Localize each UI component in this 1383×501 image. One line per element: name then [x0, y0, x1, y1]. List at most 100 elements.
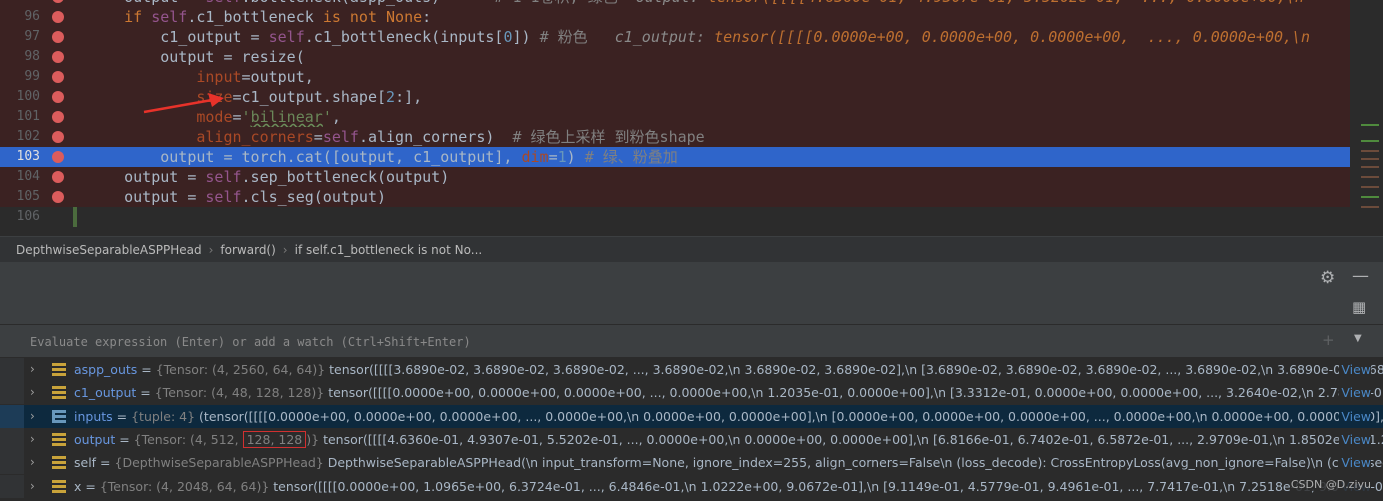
code-line-98[interactable]: 98 output = resize( [0, 47, 1350, 67]
code-text: output = self.cls_seg(output) [88, 188, 387, 206]
line-number[interactable]: 99 [0, 67, 40, 87]
expand-arrow-icon[interactable]: › [30, 475, 35, 498]
variable-name: aspp_outs [74, 362, 138, 377]
gutter [0, 474, 24, 498]
variable-name: self [74, 455, 97, 471]
line-number[interactable]: 98 [0, 47, 40, 67]
variable-row-aspp_outs[interactable]: › aspp_outs = {Tensor: (4, 2560, 64, 64)}… [0, 358, 1383, 381]
view-link[interactable]: View [1339, 404, 1371, 428]
variable-row-output[interactable]: › output = {Tensor: (4, 512, 128, 128)} t… [0, 427, 1383, 451]
layout-icon[interactable]: ▦ [1352, 298, 1366, 316]
breakpoint-icon[interactable] [52, 91, 64, 103]
variable-row-c1_output[interactable]: › c1_output = {Tensor: (4, 48, 128, 128)}… [0, 381, 1383, 405]
variable-text: inputs = {tuple: 4} (tensor([[[[0.0000e+… [74, 405, 1383, 428]
gutter [0, 451, 24, 475]
view-link[interactable]: View [1339, 451, 1371, 475]
line-number[interactable]: 105 [0, 187, 40, 207]
line-number[interactable]: 102 [0, 127, 40, 147]
variable-row-self[interactable]: › self = {DepthwiseSeparableASPPHead} Dep… [0, 451, 1383, 475]
breakpoint-icon[interactable] [52, 111, 64, 123]
line-number[interactable]: 104 [0, 167, 40, 187]
line-number[interactable]: 97 [0, 27, 40, 47]
code-line-102[interactable]: 102 align_corners=self.align_corners) # … [0, 127, 1350, 147]
code-text: if self.c1_bottleneck is not None: [124, 8, 432, 26]
code-line-99[interactable]: 99 input=output, [0, 67, 1350, 87]
variable-row-inputs[interactable]: › inputs = {tuple: 4} (tensor([[[[0.0000e… [0, 404, 1383, 428]
expand-arrow-icon[interactable]: › [30, 358, 35, 381]
variable-icon [52, 456, 66, 470]
variable-value: DepthwiseSeparableASPPHead(\n input_tran… [327, 455, 1383, 471]
variable-icon [52, 363, 66, 376]
breadcrumb-class[interactable]: DepthwiseSeparableASPPHead [16, 243, 202, 257]
line-number[interactable]: 103 [0, 147, 40, 167]
line-number[interactable]: 100 [0, 87, 40, 107]
code-line-97[interactable]: 97 c1_output = self.c1_bottleneck(inputs… [0, 27, 1350, 47]
code-line-105[interactable]: 105 output = self.cls_seg(output) [0, 187, 1350, 207]
variable-text: aspp_outs = {Tensor: (4, 2560, 64, 64)} … [74, 358, 1383, 381]
variable-type: {Tensor: (4, 512, 128, 128)} [133, 430, 320, 448]
code-line-100[interactable]: 100 size=c1_output.shape[2:], [0, 87, 1350, 107]
variable-icon [52, 479, 66, 493]
watch-bar: + ▼ [0, 324, 1383, 358]
variable-text: self = {DepthwiseSeparableASPPHead} Dept… [74, 451, 1383, 474]
expand-arrow-icon[interactable]: › [30, 428, 35, 451]
editor-scroll-markers[interactable] [1357, 0, 1383, 236]
expand-arrow-icon[interactable]: › [30, 381, 35, 404]
variable-type: {DepthwiseSeparableASPPHead} [114, 455, 324, 471]
view-link[interactable]: View [1339, 381, 1371, 405]
breadcrumb-method[interactable]: forward() [220, 243, 275, 257]
variable-value: tensor([[[[4.6360e-01, 4.9307e-01, 5.520… [323, 431, 1383, 447]
breadcrumb: DepthwiseSeparableASPPHead › forward() ›… [0, 236, 1383, 262]
variable-icon [52, 432, 66, 446]
gutter [0, 358, 24, 381]
line-number[interactable]: 106 [0, 207, 40, 227]
variable-name: inputs [74, 408, 113, 424]
variable-text: x = {Tensor: (4, 2048, 64, 64)} tensor([… [74, 475, 1383, 498]
breakpoint-icon[interactable] [52, 71, 64, 83]
chevron-right-icon: › [208, 242, 214, 257]
chevron-down-icon[interactable]: ▼ [1354, 333, 1362, 344]
code-line-partial: output = self.bottleneck(aspp_outs) # 1*… [0, 0, 1350, 7]
code-text: c1_output = self.c1_bottleneck(inputs[0]… [88, 28, 1311, 46]
code-line-104[interactable]: 104 output = self.sep_bottleneck(output) [0, 167, 1350, 187]
view-link[interactable]: View [1339, 427, 1371, 451]
debug-toolbar: ⚙ — ▦ [0, 262, 1383, 324]
code-line-103[interactable]: 103 output = torch.cat([output, c1_outpu… [0, 147, 1350, 167]
code-line-101[interactable]: 101 mode='bilinear', [0, 107, 1350, 127]
code-line-96[interactable]: 96 if self.c1_bottleneck is not None: [0, 7, 1350, 27]
breakpoint-icon[interactable] [52, 11, 64, 23]
gutter [0, 427, 24, 451]
breakpoint-icon[interactable] [52, 31, 64, 43]
breakpoint-icon[interactable] [52, 171, 64, 183]
line-number[interactable]: 96 [0, 7, 40, 27]
code-text: mode='bilinear', [196, 108, 341, 126]
add-watch-icon[interactable]: + [1322, 331, 1335, 349]
breakpoint-icon[interactable] [52, 131, 64, 143]
variable-row-x[interactable]: › x = {Tensor: (4, 2048, 64, 64)} tensor(… [0, 474, 1383, 498]
expand-arrow-icon[interactable]: › [30, 451, 35, 474]
variable-type: {Tensor: (4, 2560, 64, 64)} [155, 362, 326, 377]
minimize-icon[interactable]: — [1352, 266, 1369, 286]
expand-arrow-icon[interactable]: › [30, 405, 35, 428]
code-text: output = torch.cat([output, c1_output], … [88, 148, 678, 166]
breadcrumb-block[interactable]: if self.c1_bottleneck is not No... [295, 243, 483, 257]
breakpoint-icon[interactable] [52, 151, 64, 163]
variable-value: tensor([[[[3.6890e-02, 3.6890e-02, 3.689… [329, 362, 1383, 377]
code-editor[interactable]: output = self.bottleneck(aspp_outs) # 1*… [0, 0, 1383, 236]
evaluate-expression-input[interactable] [30, 331, 1310, 353]
code-text: align_corners=self.align_corners) # 绿色上采… [196, 128, 705, 146]
gear-icon[interactable]: ⚙ [1320, 268, 1335, 288]
breakpoint-icon[interactable] [52, 0, 64, 3]
variable-text: output = {Tensor: (4, 512, 128, 128)} te… [74, 428, 1383, 451]
gutter [0, 404, 24, 428]
view-link[interactable]: View [1339, 358, 1371, 381]
chevron-right-icon: › [282, 242, 288, 257]
line-number[interactable]: 101 [0, 107, 40, 127]
variable-value: tensor([[[[0.0000e+00, 1.0965e+00, 6.372… [273, 478, 1383, 494]
breakpoint-icon[interactable] [52, 191, 64, 203]
code-line-106[interactable]: 106 [0, 207, 1350, 227]
variable-type: {tuple: 4} [131, 408, 196, 424]
code-text: output = resize( [88, 48, 305, 66]
variables-list: › aspp_outs = {Tensor: (4, 2560, 64, 64)}… [0, 358, 1383, 501]
breakpoint-icon[interactable] [52, 51, 64, 63]
